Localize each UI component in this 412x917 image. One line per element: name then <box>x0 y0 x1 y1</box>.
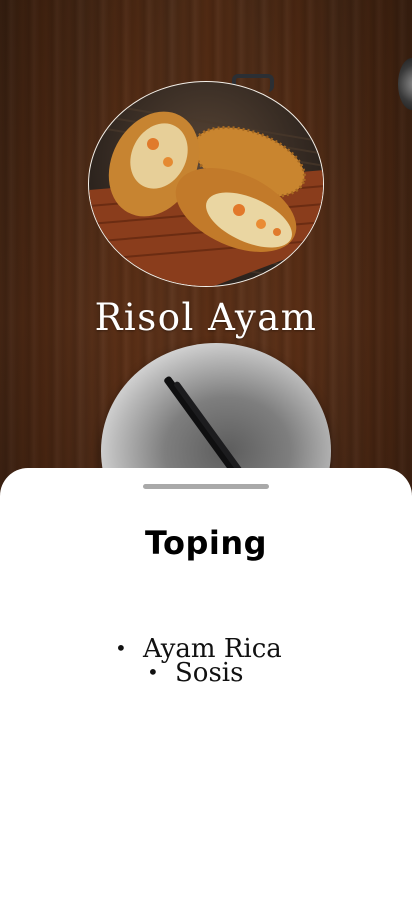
carrot-piece <box>273 228 281 236</box>
carrot-piece <box>256 219 266 229</box>
topping-label: Sosis <box>175 658 244 688</box>
bullet-icon: • <box>115 636 127 660</box>
dish-title: Risol Ayam <box>94 296 318 339</box>
risol-illustration <box>89 101 323 286</box>
screen: Risol Ayam Toping • Ayam Rica • Sosis <box>0 0 412 917</box>
bullet-icon: • <box>147 660 159 684</box>
list-item: • Sosis <box>147 654 243 691</box>
sheet-title: Toping <box>144 524 268 562</box>
carrot-piece <box>147 138 159 150</box>
bottom-sheet[interactable]: Toping • Ayam Rica • Sosis <box>0 468 412 917</box>
sheet-drag-handle[interactable] <box>143 484 269 489</box>
dish-photo <box>88 81 324 287</box>
carrot-piece <box>233 204 245 216</box>
carrot-piece <box>163 157 173 167</box>
